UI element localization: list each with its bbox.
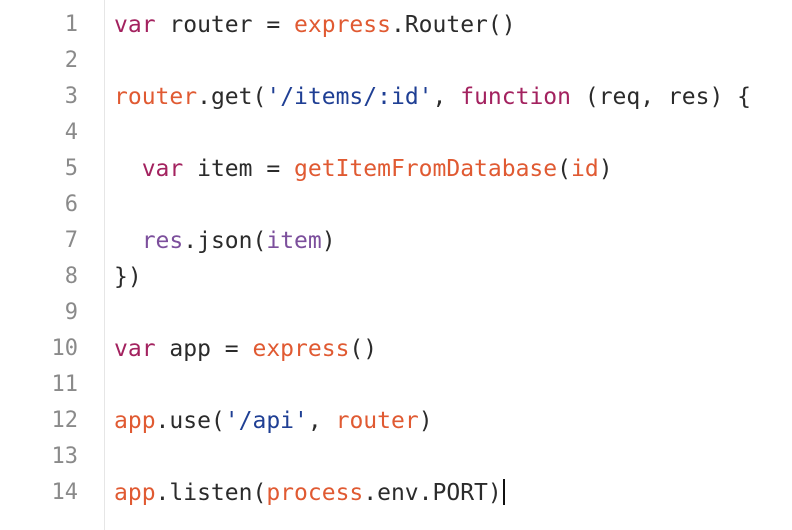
code-token: var — [114, 12, 156, 38]
code-token: function — [460, 84, 571, 110]
code-token: ) — [598, 156, 613, 182]
code-token: ) — [418, 408, 433, 434]
code-token: .env.PORT) — [363, 480, 502, 506]
code-line[interactable]: var item = getItemFromDatabase(id) — [114, 151, 613, 187]
code-token: ( — [557, 156, 571, 182]
code-token: , — [307, 408, 336, 434]
code-token: res — [141, 228, 184, 254]
code-editor[interactable]: 1 2 3 4 5 6 7 8 9 10 11 12 13 14 var router = express… — [0, 0, 792, 530]
code-token: .listen( — [155, 480, 267, 506]
code-token: }) — [114, 264, 142, 290]
code-token: process — [266, 480, 364, 506]
code-token: app — [114, 480, 156, 506]
line-number: 9 — [64, 300, 78, 325]
line-number: 6 — [64, 192, 78, 217]
line-number: 4 — [64, 120, 78, 145]
code-token: var — [114, 336, 156, 362]
text-cursor — [502, 478, 505, 505]
line-number: 2 — [64, 48, 78, 73]
code-line[interactable]: }) — [114, 259, 142, 295]
line-number: 11 — [51, 372, 79, 397]
code-token: app = — [155, 336, 253, 362]
code-token: item — [266, 228, 322, 254]
line-number: 3 — [64, 84, 78, 109]
code-token: .Router() — [390, 12, 516, 38]
code-token: express — [294, 12, 391, 38]
code-token: router = — [155, 12, 295, 38]
code-line[interactable]: router.get('/items/:id', function (req, … — [114, 79, 751, 115]
code-token: () — [349, 336, 378, 362]
code-area[interactable]: var router = express.Router() router.get(… — [114, 0, 784, 530]
code-token: .get( — [197, 84, 267, 110]
code-token: item = — [183, 156, 295, 182]
code-line[interactable]: var router = express.Router() — [114, 7, 516, 43]
line-number: 12 — [51, 408, 79, 433]
code-token: router — [335, 408, 419, 434]
code-token: express — [252, 336, 350, 362]
code-token: .json( — [183, 228, 267, 254]
code-token: id — [571, 156, 599, 182]
line-number: 5 — [64, 156, 78, 181]
code-line[interactable]: app.listen(process.env.PORT) — [114, 475, 505, 511]
code-token: , — [432, 84, 461, 110]
line-number: 13 — [51, 444, 79, 469]
line-number: 7 — [64, 228, 78, 253]
code-token: '/items/:id' — [266, 84, 433, 110]
code-token: app — [114, 408, 156, 434]
line-number: 14 — [51, 480, 79, 505]
code-line[interactable]: var app = express() — [114, 331, 377, 367]
code-line[interactable]: res.json(item) — [114, 223, 336, 259]
code-token: router — [114, 84, 198, 110]
code-token: '/api' — [224, 408, 308, 434]
line-number: 8 — [64, 264, 78, 289]
line-number: 10 — [51, 336, 79, 361]
line-number-gutter: 1 2 3 4 5 6 7 8 9 10 11 12 13 14 — [0, 0, 105, 530]
code-token: (req, res) { — [571, 84, 752, 110]
code-line[interactable]: app.use('/api', router) — [114, 403, 433, 439]
line-number: 1 — [64, 12, 78, 37]
code-token: ) — [321, 228, 336, 254]
code-token: .use( — [155, 408, 225, 434]
code-token: var — [141, 156, 184, 182]
code-token: getItemFromDatabase — [294, 156, 558, 182]
